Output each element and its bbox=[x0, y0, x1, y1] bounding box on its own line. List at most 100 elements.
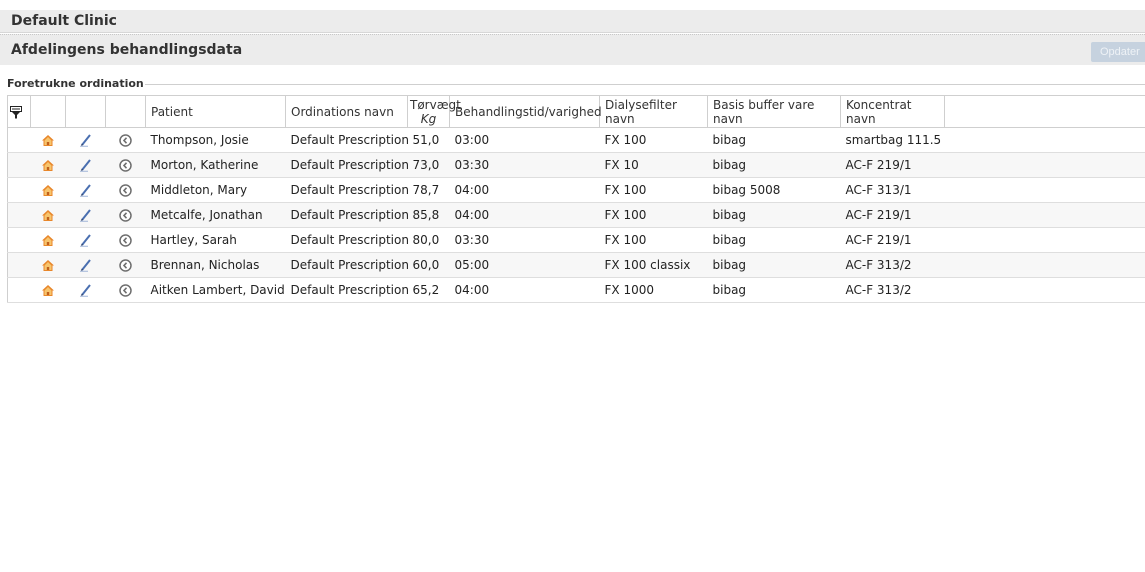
cell-patient: Aitken Lambert, David bbox=[145, 277, 286, 303]
cell-concentrate: AC-F 313/2 bbox=[840, 277, 945, 303]
cell-duration: 05:00 bbox=[449, 252, 600, 278]
cell-buffer: bibag bbox=[707, 277, 841, 303]
table-row[interactable]: Metcalfe, Jonathan Default Prescription 85… bbox=[7, 202, 1145, 228]
cell-concentrate: AC-F 219/1 bbox=[840, 202, 945, 228]
pen-icon[interactable] bbox=[79, 233, 93, 247]
pen-icon[interactable] bbox=[79, 258, 93, 272]
table-row[interactable]: Middleton, Mary Default Prescription 78,7 0… bbox=[7, 177, 1145, 203]
table-row[interactable]: Morton, Katherine Default Prescription 73,… bbox=[7, 152, 1145, 178]
home-icon[interactable] bbox=[41, 158, 55, 172]
cell-dry-weight: 80,0 bbox=[407, 227, 450, 253]
cell-prescription: Default Prescription bbox=[285, 252, 408, 278]
department-header: Afdelingens behandlingsdata Opdater bbox=[0, 34, 1145, 65]
history-cell[interactable] bbox=[105, 177, 146, 203]
update-button[interactable]: Opdater bbox=[1091, 42, 1145, 62]
history-cell[interactable] bbox=[105, 127, 146, 153]
clock-icon[interactable] bbox=[119, 158, 132, 172]
home-cell[interactable] bbox=[30, 227, 66, 253]
cell-duration: 04:00 bbox=[449, 177, 600, 203]
home-cell[interactable] bbox=[30, 202, 66, 228]
home-cell[interactable] bbox=[30, 152, 66, 178]
cell-prescription: Default Prescription bbox=[285, 227, 408, 253]
col-prescription[interactable]: Ordinations navn bbox=[285, 95, 408, 128]
cell-prescription: Default Prescription bbox=[285, 177, 408, 203]
cell-empty bbox=[944, 152, 1145, 178]
history-cell[interactable] bbox=[105, 277, 146, 303]
cell-buffer: bibag bbox=[707, 252, 841, 278]
history-cell[interactable] bbox=[105, 252, 146, 278]
edit-cell[interactable] bbox=[65, 227, 106, 253]
history-cell[interactable] bbox=[105, 202, 146, 228]
home-cell[interactable] bbox=[30, 177, 66, 203]
col-concentrate[interactable]: Koncentrat navn bbox=[840, 95, 945, 128]
history-cell[interactable] bbox=[105, 152, 146, 178]
table-row[interactable]: Hartley, Sarah Default Prescription 80,0 03… bbox=[7, 227, 1145, 253]
edit-cell[interactable] bbox=[65, 152, 106, 178]
clock-icon[interactable] bbox=[119, 258, 132, 272]
home-icon[interactable] bbox=[41, 133, 55, 147]
cell-dry-weight: 78,7 bbox=[407, 177, 450, 203]
row-selector[interactable] bbox=[7, 202, 31, 228]
cell-prescription: Default Prescription bbox=[285, 202, 408, 228]
cell-empty bbox=[944, 227, 1145, 253]
row-selector[interactable] bbox=[7, 177, 31, 203]
home-icon[interactable] bbox=[41, 233, 55, 247]
col-patient[interactable]: Patient bbox=[145, 95, 286, 128]
pen-icon[interactable] bbox=[79, 133, 93, 147]
edit-cell[interactable] bbox=[65, 252, 106, 278]
home-cell[interactable] bbox=[30, 127, 66, 153]
table-row[interactable]: Brennan, Nicholas Default Prescription 60,… bbox=[7, 252, 1145, 278]
cell-patient: Thompson, Josie bbox=[145, 127, 286, 153]
home-icon[interactable] bbox=[41, 283, 55, 297]
cell-duration: 03:30 bbox=[449, 152, 600, 178]
cell-concentrate: AC-F 313/1 bbox=[840, 177, 945, 203]
clock-icon[interactable] bbox=[119, 208, 132, 222]
row-selector[interactable] bbox=[7, 152, 31, 178]
row-selector[interactable] bbox=[7, 252, 31, 278]
edit-cell[interactable] bbox=[65, 177, 106, 203]
pen-icon[interactable] bbox=[79, 158, 93, 172]
col-duration[interactable]: Behandlingstid/varighed bbox=[449, 95, 602, 128]
edit-cell[interactable] bbox=[65, 277, 106, 303]
col-dry-weight[interactable]: Tørvægt Kg bbox=[407, 95, 461, 128]
cell-dialyzer: FX 100 bbox=[599, 227, 708, 253]
cell-dialyzer: FX 100 bbox=[599, 177, 708, 203]
cell-dialyzer: FX 10 bbox=[599, 152, 708, 178]
col-buffer[interactable]: Basis buffer vare navn bbox=[707, 95, 841, 128]
row-selector[interactable] bbox=[7, 227, 31, 253]
cell-duration: 04:00 bbox=[449, 277, 600, 303]
home-icon[interactable] bbox=[41, 208, 55, 222]
cell-prescription: Default Prescription bbox=[285, 127, 408, 153]
cell-empty bbox=[944, 277, 1145, 303]
section-label: Foretrukne ordination bbox=[7, 77, 150, 90]
clock-icon[interactable] bbox=[119, 183, 132, 197]
table-row[interactable]: Thompson, Josie Default Prescription 51,0 0… bbox=[7, 127, 1145, 153]
cell-duration: 04:00 bbox=[449, 202, 600, 228]
history-cell[interactable] bbox=[105, 227, 146, 253]
edit-cell[interactable] bbox=[65, 202, 106, 228]
col-empty bbox=[944, 95, 1145, 128]
clock-icon[interactable] bbox=[119, 233, 132, 247]
table-row[interactable]: Aitken Lambert, David Default Prescriptio… bbox=[7, 277, 1145, 303]
pen-icon[interactable] bbox=[79, 283, 93, 297]
row-selector[interactable] bbox=[7, 127, 31, 153]
pen-icon[interactable] bbox=[79, 208, 93, 222]
cell-dialyzer: FX 100 bbox=[599, 127, 708, 153]
col-dialyzer[interactable]: Dialysefilter navn bbox=[599, 95, 708, 128]
home-cell[interactable] bbox=[30, 277, 66, 303]
filter-header[interactable] bbox=[7, 95, 31, 128]
cell-prescription: Default Prescription bbox=[285, 277, 408, 303]
edit-cell[interactable] bbox=[65, 127, 106, 153]
row-selector[interactable] bbox=[7, 277, 31, 303]
clock-icon[interactable] bbox=[119, 283, 132, 297]
cell-concentrate: smartbag 111.5 bbox=[840, 127, 945, 153]
clock-icon[interactable] bbox=[119, 133, 132, 147]
home-icon[interactable] bbox=[41, 258, 55, 272]
cell-empty bbox=[944, 127, 1145, 153]
pen-icon[interactable] bbox=[79, 183, 93, 197]
home-cell[interactable] bbox=[30, 252, 66, 278]
cell-dialyzer: FX 1000 bbox=[599, 277, 708, 303]
filter-icon[interactable] bbox=[10, 105, 22, 119]
cell-buffer: bibag bbox=[707, 202, 841, 228]
home-icon[interactable] bbox=[41, 183, 55, 197]
